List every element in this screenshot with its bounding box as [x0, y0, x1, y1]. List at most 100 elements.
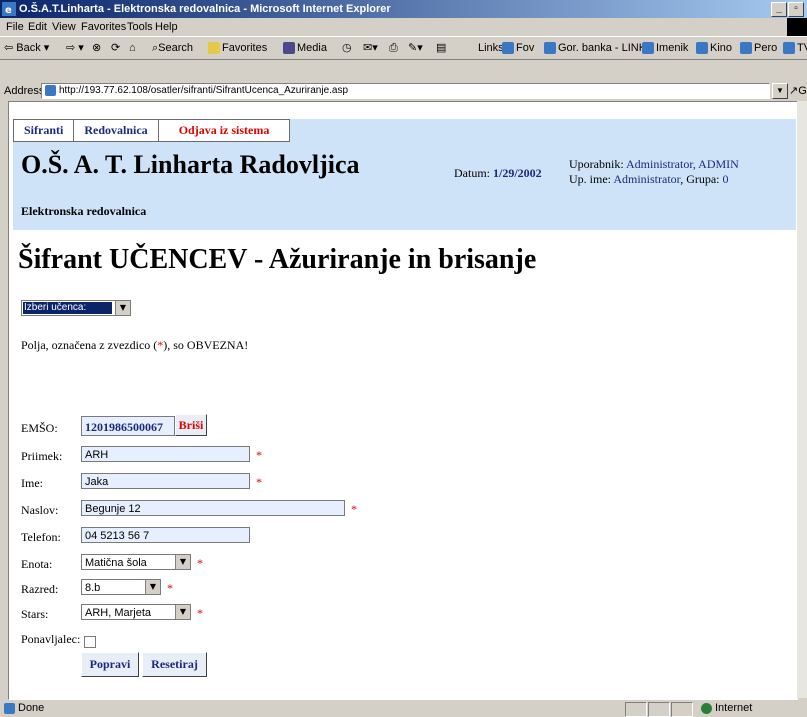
link-page-icon	[740, 42, 752, 55]
group-label: , Grupa:	[680, 172, 720, 186]
telefon-input[interactable]: 04 5213 56 7	[81, 527, 250, 543]
page-title: Šifrant UČENCEV - Ažuriranje in brisanje	[18, 244, 537, 275]
mail-icon[interactable]: ✉▾	[363, 37, 378, 59]
media-icon	[283, 42, 295, 55]
status-segment	[625, 702, 647, 717]
favorites-label: Favorites	[222, 42, 268, 54]
enota-select[interactable]: Matična šola ▼	[81, 554, 191, 570]
required-star: *	[256, 448, 262, 462]
menu-file[interactable]: File	[6, 18, 24, 36]
back-arrow-icon: ⇦	[4, 42, 14, 54]
menu-help[interactable]: Help	[155, 18, 178, 36]
chevron-down-icon[interactable]: ▼	[175, 555, 190, 569]
vertical-scrollbar[interactable]	[797, 101, 807, 698]
date-info: Datum: 1/29/2002	[454, 166, 542, 181]
address-bar: Address http://193.77.62.108/osatler/sif…	[0, 81, 807, 101]
link-page-icon	[696, 42, 708, 55]
link-gor-banka[interactable]: Gor. banka - LINK	[544, 37, 646, 59]
ime-label: Ime:	[21, 476, 43, 490]
window-title: O.Š.A.T.Linharta - Elektronska redovalni…	[19, 3, 391, 15]
links-label: Links	[478, 42, 504, 54]
menu-edit[interactable]: Edit	[28, 18, 47, 36]
link-page-icon	[502, 42, 514, 55]
toolbar: ⇦ Back ▾ ⇨ ▾ ⊗ ⟳ ⌂ ⌕Search Favorites Med…	[0, 36, 807, 60]
page-icon	[4, 702, 15, 714]
tab-redovalnica[interactable]: Redovalnica	[74, 120, 159, 141]
go-label: Go	[798, 85, 807, 97]
windows-logo-icon	[787, 18, 807, 36]
link-label: Pero	[754, 42, 778, 54]
address-label: Address	[4, 85, 45, 97]
svg-text:e: e	[5, 5, 12, 16]
required-note: Polja, označena z zvezdico (*), so OBVEZ…	[21, 338, 248, 353]
link-imenik[interactable]: Imenik	[642, 37, 688, 59]
emso-field[interactable]: 1201986500067	[81, 416, 175, 436]
razred-select[interactable]: 8.b ▼	[81, 579, 161, 595]
tab-sifranti[interactable]: Sifranti	[14, 120, 75, 141]
reset-button[interactable]: Resetiraj	[142, 652, 207, 677]
chevron-down-icon[interactable]: ▼	[145, 580, 160, 594]
tab-odjava[interactable]: Odjava iz sistema	[159, 120, 290, 141]
required-star: *	[351, 502, 357, 516]
home-icon[interactable]: ⌂	[129, 37, 136, 59]
edit-icon[interactable]: ✎▾	[408, 37, 423, 59]
go-button[interactable]: ↗Go	[789, 81, 807, 101]
priimek-label: Priimek:	[21, 449, 63, 463]
menu-tools[interactable]: Tools	[127, 18, 153, 36]
forward-button[interactable]: ⇨ ▾	[66, 37, 84, 59]
required-star: *	[167, 581, 173, 595]
ie-app-icon: e	[2, 2, 16, 16]
link-page-icon	[642, 42, 654, 55]
nav-tabs: Sifranti Redovalnica Odjava iz sistema	[13, 119, 291, 142]
link-pero[interactable]: Pero	[740, 37, 777, 59]
ponavljalec-checkbox[interactable]	[84, 636, 96, 648]
enota-value: Matična šola	[85, 557, 147, 569]
delete-button[interactable]: Briši	[175, 414, 207, 436]
naslov-label: Naslov:	[21, 503, 59, 517]
window-titlebar: e O.Š.A.T.Linharta - Elektronska redoval…	[0, 0, 807, 18]
media-button[interactable]: Media	[283, 37, 327, 59]
stars-select[interactable]: ARH, Marjeta ▼	[81, 604, 191, 620]
status-segment	[671, 702, 693, 717]
school-name: O.Š. A. T. Linharta Radovljica	[21, 150, 360, 179]
telefon-label: Telefon:	[21, 530, 61, 544]
enota-label: Enota:	[21, 557, 53, 571]
emso-label: EMŠO:	[21, 421, 58, 435]
student-select[interactable]: Izberi učenca: ▼	[21, 300, 131, 316]
print-icon[interactable]: ⎙	[389, 37, 398, 59]
page-icon	[45, 84, 56, 96]
link-fov[interactable]: Fov	[502, 37, 534, 59]
group-value: 0	[722, 172, 729, 186]
address-dropdown[interactable]: ▼	[772, 83, 788, 99]
refresh-icon[interactable]: ⟳	[111, 37, 120, 59]
chevron-down-icon[interactable]: ▼	[175, 605, 190, 619]
maximize-button[interactable]: ▫	[788, 2, 804, 17]
discuss-icon[interactable]: ▤	[436, 37, 446, 59]
user-label: Uporabnik:	[569, 157, 624, 171]
favorites-button[interactable]: Favorites	[208, 37, 267, 59]
link-kino[interactable]: Kino	[696, 37, 732, 59]
history-icon[interactable]: ◷	[342, 37, 352, 59]
stop-icon[interactable]: ⊗	[92, 37, 101, 59]
ponavljalec-label: Ponavljalec:	[21, 632, 81, 646]
link-tv[interactable]: TV	[783, 37, 807, 59]
link-label: Gor. banka - LINK	[558, 42, 647, 54]
menu-favorites[interactable]: Favorites	[81, 18, 126, 36]
user-info: Uporabnik: Administrator, ADMIN Up. ime:…	[569, 157, 739, 187]
priimek-input[interactable]: ARH	[81, 446, 250, 462]
search-button[interactable]: ⌕Search	[152, 37, 193, 59]
link-label: Kino	[710, 42, 733, 54]
menu-view[interactable]: View	[52, 18, 76, 36]
back-button[interactable]: ⇦ Back ▾	[4, 37, 49, 59]
chevron-down-icon[interactable]: ▼	[115, 301, 130, 315]
required-star: *	[256, 475, 262, 489]
naslov-input[interactable]: Begunje 12	[81, 500, 345, 516]
minimize-button[interactable]: _	[771, 2, 787, 17]
go-arrow-icon: ↗	[789, 85, 799, 97]
link-label: Imenik	[656, 42, 689, 54]
ime-input[interactable]: Jaka	[81, 473, 250, 489]
stars-label: Stars:	[21, 607, 49, 621]
link-label: TV	[797, 42, 807, 54]
save-button[interactable]: Popravi	[81, 652, 139, 677]
address-input[interactable]: http://193.77.62.108/osatler/sifranti/Si…	[41, 83, 770, 99]
